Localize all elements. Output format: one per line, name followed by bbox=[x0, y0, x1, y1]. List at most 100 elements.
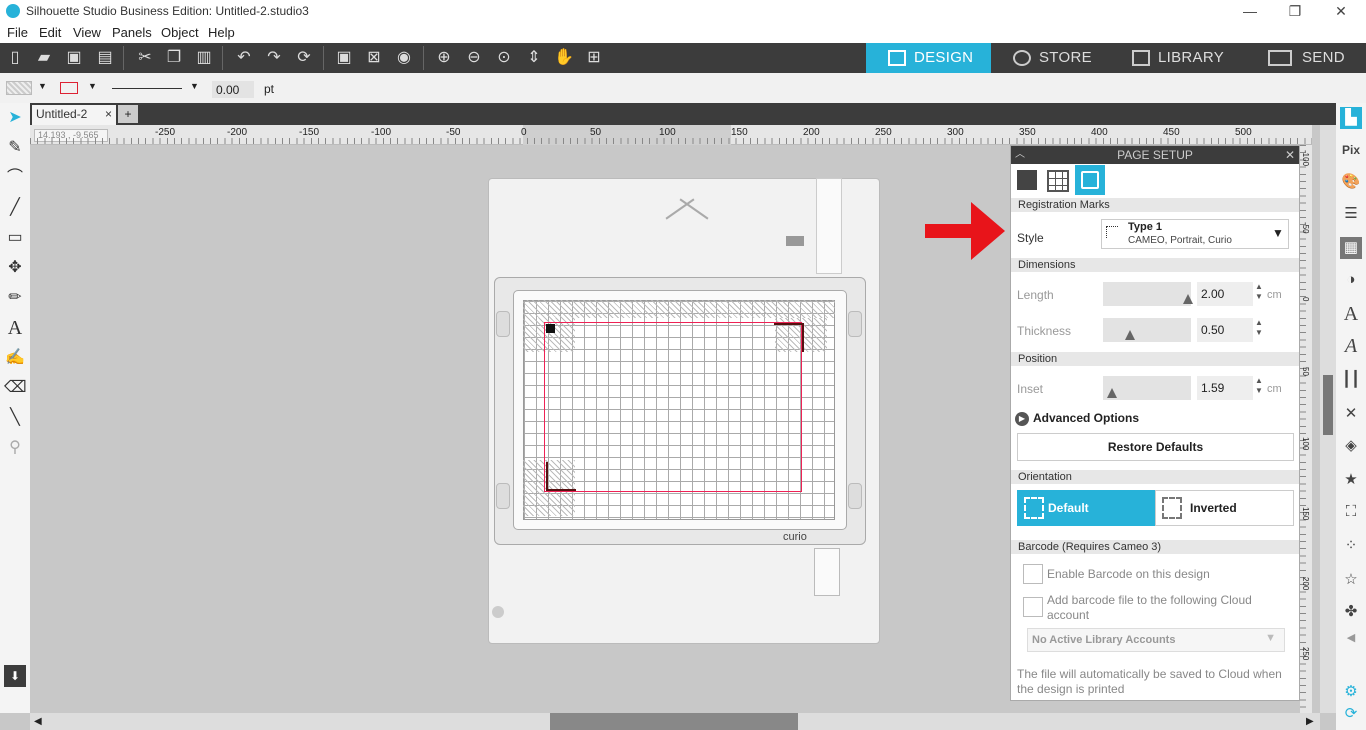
enable-barcode-checkbox[interactable] bbox=[1023, 564, 1043, 584]
line-tool-icon[interactable]: ╱ bbox=[4, 197, 26, 219]
eraser-tool-icon[interactable]: ⌫ bbox=[4, 377, 27, 399]
line-color-dropdown-icon[interactable]: ▼ bbox=[88, 81, 97, 91]
cut-icon[interactable]: ✂ bbox=[134, 47, 156, 69]
close-button[interactable]: ✕ bbox=[1329, 2, 1353, 20]
text-path-icon[interactable]: A bbox=[1340, 335, 1362, 357]
edit-points-icon[interactable]: ✎ bbox=[4, 137, 26, 159]
horizontal-scrollbar[interactable]: ◀ ▶ bbox=[30, 713, 1320, 730]
sync-icon[interactable]: ⟳ bbox=[1340, 703, 1362, 725]
rhinestone-icon[interactable]: ⁘ bbox=[1340, 535, 1362, 557]
select-arrow-icon[interactable]: ➤ bbox=[4, 107, 26, 129]
expand-triangle-icon[interactable]: ▶ bbox=[1015, 412, 1029, 426]
restore-defaults-button[interactable]: Restore Defaults bbox=[1017, 433, 1294, 461]
grid-tab-icon[interactable] bbox=[1047, 170, 1069, 192]
import-icon[interactable]: ⬇ bbox=[4, 665, 26, 687]
replicate-icon[interactable]: ✕ bbox=[1340, 403, 1362, 425]
tab-store[interactable]: STORE bbox=[991, 43, 1110, 73]
length-slider[interactable] bbox=[1103, 282, 1193, 306]
redo-icon[interactable]: ↷ bbox=[263, 47, 285, 69]
thickness-input[interactable]: 0.50 bbox=[1197, 318, 1253, 342]
menu-panels[interactable]: Panels bbox=[112, 25, 152, 40]
text-style-icon[interactable]: A bbox=[1340, 303, 1362, 325]
zoom-select-icon[interactable]: ⊙ bbox=[493, 47, 515, 69]
vertical-scroll-thumb[interactable] bbox=[1323, 375, 1333, 435]
tab-design[interactable]: DESIGN bbox=[866, 43, 991, 73]
fill-pattern-icon[interactable]: ▦ bbox=[1340, 237, 1362, 259]
horizontal-scroll-thumb[interactable] bbox=[550, 713, 798, 730]
doc-tab-close-icon[interactable]: × bbox=[105, 107, 112, 121]
settings-gear-icon[interactable]: ⚙ bbox=[1340, 681, 1362, 703]
panel-close-icon[interactable]: ✕ bbox=[1285, 146, 1295, 164]
zoom-in-icon[interactable]: ⊕ bbox=[433, 47, 455, 69]
inset-slider[interactable] bbox=[1103, 376, 1191, 400]
print-icon[interactable]: ▤ bbox=[94, 47, 116, 69]
fit-page-icon[interactable]: ⇕ bbox=[523, 47, 545, 69]
fill-palette-icon[interactable]: 🎨 bbox=[1340, 171, 1362, 193]
collapse-icon[interactable]: ︿ bbox=[1015, 146, 1025, 164]
style-dropdown[interactable]: Type 1 CAMEO, Portrait, Curio ▼ bbox=[1101, 219, 1289, 249]
trace-icon[interactable]: ⛶ bbox=[1340, 501, 1362, 523]
zoom-fit-icon[interactable]: ⊞ bbox=[583, 47, 605, 69]
thickness-stepper[interactable]: ▲ ▼ bbox=[1255, 318, 1263, 338]
eyedropper-icon[interactable]: ⚲ bbox=[4, 437, 26, 459]
add-tab-button[interactable]: + bbox=[118, 105, 138, 123]
curve-icon[interactable]: ⌒ bbox=[4, 167, 26, 189]
new-file-icon[interactable]: ▯ bbox=[4, 47, 26, 69]
zoom-out-icon[interactable]: ⊖ bbox=[463, 47, 485, 69]
vertical-scrollbar[interactable] bbox=[1320, 125, 1336, 713]
orientation-default-button[interactable]: Default bbox=[1017, 490, 1155, 526]
sketch-tool-icon[interactable]: ✍ bbox=[4, 347, 26, 369]
pencil-tool-icon[interactable]: ✏ bbox=[4, 287, 26, 309]
save-icon[interactable]: ▣ bbox=[63, 47, 85, 69]
copy-icon[interactable]: ❐ bbox=[163, 47, 185, 69]
undo-icon[interactable]: ↶ bbox=[233, 47, 255, 69]
restore-button[interactable]: ❐ bbox=[1283, 2, 1307, 20]
line-style-icon[interactable]: ☰ bbox=[1340, 203, 1362, 225]
knife-tool-icon[interactable]: ╲ bbox=[4, 407, 26, 429]
inset-stepper[interactable]: ▲ ▼ bbox=[1255, 376, 1263, 396]
line-style-dropdown-icon[interactable]: ▼ bbox=[190, 81, 199, 91]
fill-swatch[interactable] bbox=[6, 81, 32, 95]
pixscan-icon[interactable]: Pix bbox=[1340, 139, 1362, 161]
modify-icon[interactable]: ◈ bbox=[1340, 435, 1362, 457]
inset-input[interactable]: 1.59 bbox=[1197, 376, 1253, 400]
tab-library[interactable]: LIBRARY bbox=[1110, 43, 1240, 73]
star-outline-icon[interactable]: ☆ bbox=[1340, 569, 1362, 591]
advanced-options-toggle[interactable]: Advanced Options bbox=[1033, 411, 1139, 425]
align-icon[interactable]: ┃┃ bbox=[1340, 369, 1362, 391]
text-tool-icon[interactable]: A bbox=[4, 317, 26, 339]
paste-icon[interactable]: ▥ bbox=[193, 47, 215, 69]
menu-file[interactable]: File bbox=[7, 25, 28, 40]
redraw-icon[interactable]: ⟳ bbox=[293, 47, 315, 69]
thickness-slider[interactable] bbox=[1103, 318, 1191, 342]
scroll-left-icon[interactable]: ◀ bbox=[34, 716, 42, 727]
tab-send[interactable]: SEND bbox=[1240, 43, 1366, 73]
orientation-inverted-button[interactable]: Inverted bbox=[1155, 490, 1294, 526]
select-by-color-icon[interactable]: ◉ bbox=[393, 47, 415, 69]
pan-hand-icon[interactable]: ✋ bbox=[553, 47, 575, 69]
open-folder-icon[interactable]: ▰ bbox=[33, 47, 55, 69]
line-style-preview[interactable] bbox=[112, 88, 182, 89]
fill-dropdown-icon[interactable]: ▼ bbox=[38, 81, 47, 91]
collapse-left-icon[interactable]: ◀ bbox=[1340, 627, 1362, 649]
line-color-swatch[interactable] bbox=[60, 82, 78, 94]
registration-tab-icon[interactable] bbox=[1075, 165, 1105, 195]
puzzle-icon[interactable]: ✤ bbox=[1340, 601, 1362, 623]
doc-tab-untitled-2[interactable]: Untitled-2 × bbox=[32, 105, 116, 125]
deselect-icon[interactable]: ⊠ bbox=[363, 47, 385, 69]
scroll-right-icon[interactable]: ▶ bbox=[1306, 716, 1314, 727]
move-tool-icon[interactable]: ✥ bbox=[4, 257, 26, 279]
select-all-icon[interactable]: ▣ bbox=[333, 47, 355, 69]
length-stepper[interactable]: ▲ ▼ bbox=[1255, 282, 1263, 302]
line-width-input[interactable]: 0.00 bbox=[212, 81, 254, 98]
offset-star-icon[interactable]: ★ bbox=[1340, 469, 1362, 491]
minimize-button[interactable]: — bbox=[1238, 2, 1262, 20]
menu-help[interactable]: Help bbox=[208, 25, 235, 40]
library-account-select[interactable]: No Active Library Accounts ▼ bbox=[1027, 628, 1285, 652]
rectangle-tool-icon[interactable]: ▭ bbox=[4, 227, 26, 249]
menu-object[interactable]: Object bbox=[161, 25, 199, 40]
page-setup-icon[interactable]: ▙ bbox=[1340, 107, 1362, 129]
length-input[interactable]: 2.00 bbox=[1197, 282, 1253, 306]
contrast-icon[interactable]: ◑ bbox=[1340, 269, 1362, 291]
menu-edit[interactable]: Edit bbox=[39, 25, 61, 40]
